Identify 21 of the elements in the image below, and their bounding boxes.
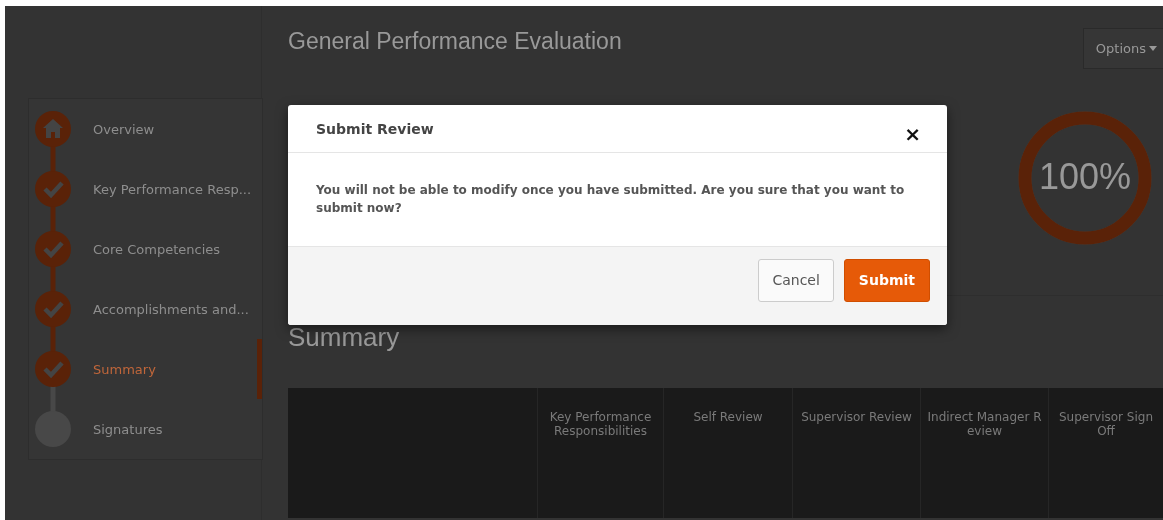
caret-icon [1149, 46, 1157, 51]
step-label[interactable]: Summary [93, 361, 156, 377]
column-header: Indirect Manager Review [927, 410, 1042, 438]
step-label[interactable]: Overview [93, 121, 155, 137]
step-label[interactable]: Key Performance Resp... [93, 181, 252, 197]
column-header: Supervisor Review [801, 410, 912, 424]
section-title: Summary [288, 322, 401, 354]
dialog-title: Submit Review [316, 120, 434, 137]
column-header: Supervisor Sign Off [1057, 410, 1155, 438]
column-header: Key Performance Responsibilities [548, 410, 653, 438]
options-button[interactable]: Options [1082, 28, 1163, 69]
step-label[interactable]: Signatures [93, 421, 163, 437]
step-label[interactable]: Core Competencies [93, 241, 221, 257]
cancel-button[interactable]: Cancel [758, 258, 834, 302]
progress-reading: 100% [1039, 156, 1132, 198]
dialog-message: You will not be able to modify once you have submitted. Are you sure that you want to submit now? [316, 182, 906, 217]
submit-button[interactable]: Submit [843, 258, 930, 302]
close-button[interactable]: × [900, 121, 925, 146]
column-header: Self Review [693, 410, 763, 424]
page-title: General Performance Evaluation [288, 28, 622, 55]
step-label[interactable]: Accomplishments and... [93, 301, 249, 317]
